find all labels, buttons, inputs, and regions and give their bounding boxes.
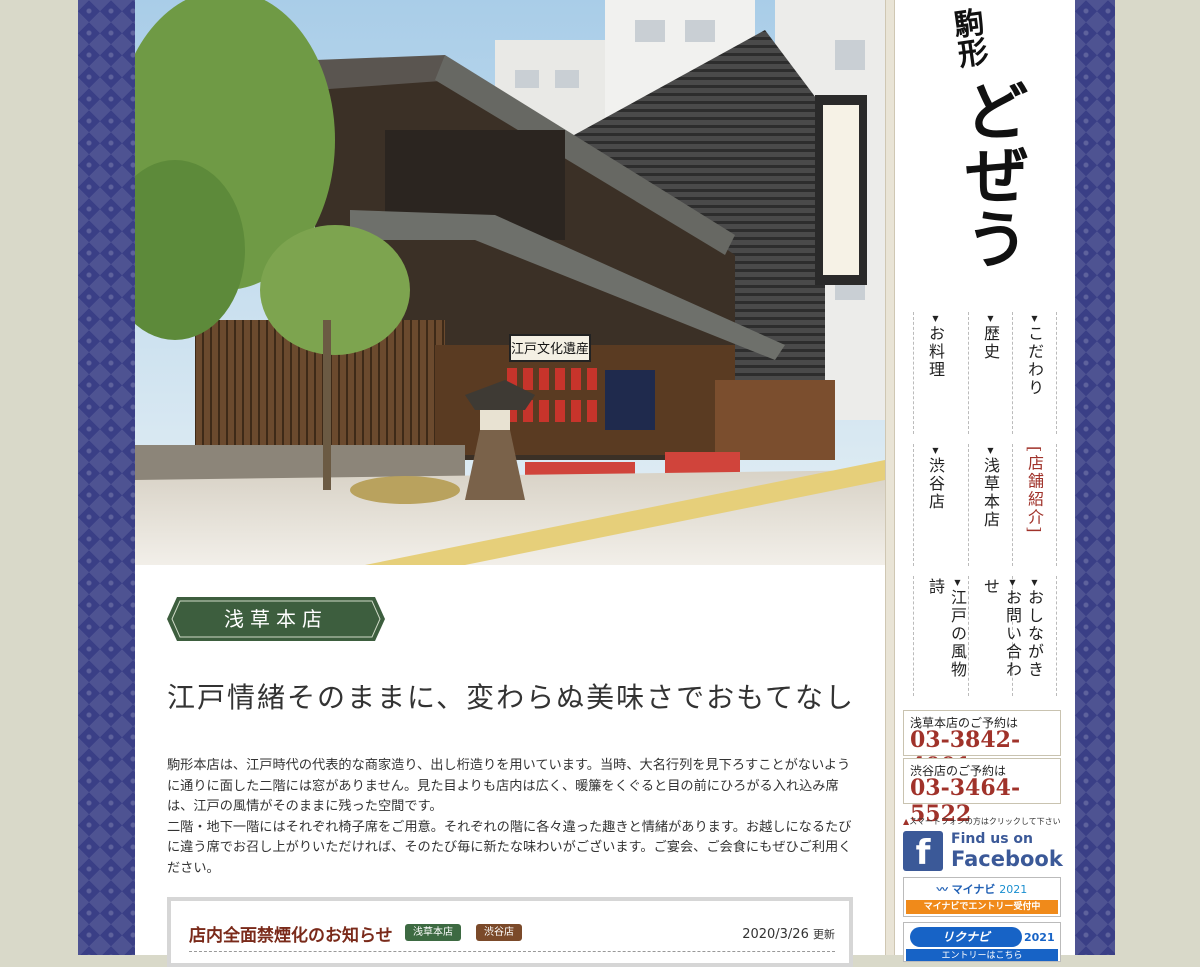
intro-paragraph-1: 駒形本店は、江戸時代の代表的な商家造り、出し桁造りを用いています。当時、大名行列… xyxy=(167,758,851,814)
nav-label: 渋谷店 xyxy=(926,457,945,511)
nav-label: 浅草本店 xyxy=(981,457,1000,529)
logo-dozeu: どぜう xyxy=(954,78,1029,270)
nav-history[interactable]: ▼歴史 xyxy=(969,312,1013,434)
triangle-icon: ▼ xyxy=(931,314,940,325)
rikunavi-cta: エントリーはこちら xyxy=(906,949,1058,961)
section-badge-label: 浅草本店 xyxy=(224,607,328,631)
triangle-icon: ▼ xyxy=(1008,578,1017,589)
column-divider xyxy=(885,0,895,955)
nav-asakusa[interactable]: ▼浅草本店 xyxy=(969,444,1013,566)
triangle-icon: ▼ xyxy=(986,446,995,457)
smartphone-note: ▲スマートフォンの方はクリックして下さい xyxy=(903,816,1061,827)
nav-shibuya[interactable]: ▼渋谷店 xyxy=(913,444,969,566)
logo-komagata: 駒形 xyxy=(945,5,989,71)
nav-label: お料理 xyxy=(926,325,945,379)
rikunavi-year: 2021 xyxy=(1024,931,1055,944)
tag-shibuya: 渋谷店 xyxy=(476,924,522,941)
hero-sign-text: 江戸文化遺産 xyxy=(511,341,589,357)
storefront-illustration: 江戸文化遺産 xyxy=(135,0,885,565)
mynavi-banner[interactable]: 〰 マイナビ 2021 マイナビでエントリー受付中 xyxy=(903,877,1061,917)
sidebar: 駒形 どぜう ▼こだわり ▼歴史 ▼お料理 [店舗紹介] ▼浅草本店 ▼渋谷店 … xyxy=(895,0,1075,962)
mynavi-logo: 〰 マイナビ 2021 xyxy=(904,881,1060,897)
rikunavi-logo: リクナビ xyxy=(910,927,1022,947)
nav-contact[interactable]: ▼お問い合わせ xyxy=(969,576,1022,696)
triangle-icon: ▼ xyxy=(931,446,940,457)
nav-edo-fubutsushi[interactable]: ▼江戸の風物詩 xyxy=(913,576,969,696)
left-pattern-band xyxy=(78,0,135,955)
news-divider xyxy=(189,951,835,952)
facebook-line1: Find us on xyxy=(951,831,1033,847)
reservation-shibuya[interactable]: 渋谷店のご予約は 03-3464-5522 xyxy=(903,758,1061,827)
triangle-icon: ▼ xyxy=(953,578,962,589)
page-headline: 江戸情緒そのままに、変わらぬ美味さでおもてなし xyxy=(167,681,856,714)
intro-paragraph-2: 二階・地下一階にはそれぞれ椅子席をご用意。それぞれの階に各々違った趣きと情緒があ… xyxy=(167,819,852,876)
nav-stores-current[interactable]: [店舗紹介] xyxy=(1013,444,1057,566)
nav-label: 歴史 xyxy=(981,325,1000,361)
mynavi-year: 2021 xyxy=(999,883,1028,896)
triangle-icon: ▼ xyxy=(1030,578,1039,589)
mynavi-cta: マイナビでエントリー受付中 xyxy=(906,900,1058,914)
rikunavi-banner[interactable]: リクナビ 2021 エントリーはこちら xyxy=(903,922,1061,962)
facebook-line2: Facebook xyxy=(951,847,1063,871)
hero-photo: 江戸文化遺産 xyxy=(135,0,885,565)
site-logo[interactable]: 駒形 どぜう xyxy=(946,6,1070,303)
nav-cuisine[interactable]: ▼お料理 xyxy=(913,312,969,434)
main-content: 江戸文化遺産 浅草本店 江戸情緒そのままに、変わらぬ美味さでおもてなし 駒形本店… xyxy=(135,0,885,967)
news-updated-label: 更新 xyxy=(813,928,835,941)
nav-kodawari[interactable]: ▼こだわり xyxy=(1013,312,1057,434)
tag-asakusa: 浅草本店 xyxy=(405,924,461,941)
news-box: 店内全面禁煙化のお知らせ 浅草本店 渋谷店 2020/3/26 更新 xyxy=(167,897,853,967)
triangle-icon: ▼ xyxy=(986,314,995,325)
nav-label-current: [店舗紹介] xyxy=(1025,446,1044,535)
intro-text: 駒形本店は、江戸時代の代表的な商家造り、出し桁造りを用いています。当時、大名行列… xyxy=(167,756,857,879)
facebook-icon: f xyxy=(903,831,943,873)
mynavi-mark-icon: 〰 xyxy=(936,883,948,896)
facebook-banner[interactable]: f Find us on Facebook xyxy=(903,829,1063,873)
nav-label: お問い合わせ xyxy=(981,578,1022,679)
nav-label: こだわり xyxy=(1025,325,1044,397)
nav-label: おしながき xyxy=(1025,589,1044,679)
news-date-value: 2020/3/26 xyxy=(742,927,809,942)
reservation-asakusa[interactable]: 浅草本店のご予約は 03-3842-4001 xyxy=(903,710,1061,779)
news-title-link[interactable]: 店内全面禁煙化のお知らせ xyxy=(189,921,393,946)
section-badge: 浅草本店 xyxy=(167,597,385,641)
nav-label: 江戸の風物詩 xyxy=(926,578,967,679)
triangle-icon: ▼ xyxy=(1030,314,1039,325)
right-pattern-band xyxy=(1075,0,1115,955)
news-date: 2020/3/26 更新 xyxy=(742,926,835,942)
mynavi-brand: マイナビ xyxy=(951,883,996,896)
smartphone-note-text: スマートフォンの方はクリックして下さい xyxy=(909,817,1061,826)
